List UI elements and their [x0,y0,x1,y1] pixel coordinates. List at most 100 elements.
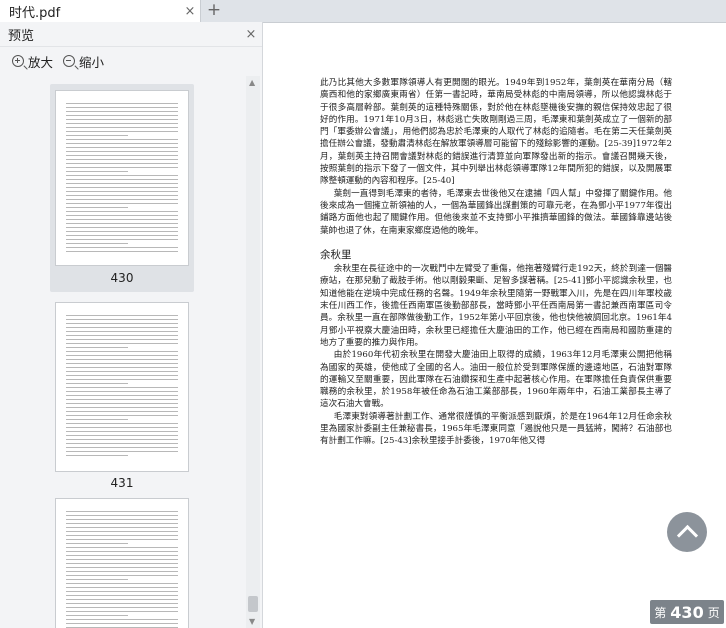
zoom-out-button[interactable]: 缩小 [63,52,104,71]
thumbnail-text-line [66,175,178,176]
thumbnail-page-number: 431 [110,476,134,490]
thumbnail-text-line [66,231,178,232]
zoom-in-button[interactable]: 放大 [12,52,53,71]
thumbnail-image [55,498,189,628]
thumbnail-text-line [66,247,178,248]
thumbnail-text-line [66,163,178,164]
thumbnail-text-line [66,127,178,128]
thumbnail-text-line [66,515,178,516]
thumbnail-text-line [66,135,128,136]
thumbnail-text-line [66,563,178,564]
thumbnail-text-line [66,227,178,228]
sidebar-close-icon[interactable]: × [240,27,262,42]
thumbnail-text-line [66,119,178,120]
zoom-in-icon [12,55,24,67]
thumbnail-text-line [66,619,178,620]
chevron-up-icon [676,524,698,546]
thumbnail-text-line [66,395,178,396]
sidebar-header: 预览 × [0,22,262,47]
page-content: 此乃比其他大多數軍隊領導人有更開闊的眼光。1949年到1952年，葉劍英在華南分… [320,77,672,448]
zoom-in-label: 放大 [28,54,54,70]
thumbnail-text-line [66,611,178,612]
thumbnail-text-line [66,367,178,368]
thumbnail-text-line [66,591,178,592]
thumbnail-text-line [66,323,178,324]
thumbnail-text-line [66,623,178,624]
scroll-up-icon[interactable]: ▲ [249,78,255,87]
thumbnail-text-line [66,331,178,332]
new-tab-icon[interactable]: + [204,0,224,22]
thumbnail-text-line [66,587,178,588]
thumbnail-text-line [66,155,178,156]
thumbnail-text-line [66,527,178,528]
thumbnail-text-line [66,379,178,380]
thumbnail-text-line [66,371,178,372]
thumbnail-text-line [66,123,178,124]
tab-bar: 时代.pdf × + [0,0,726,23]
thumbnail-page-432[interactable] [50,498,194,628]
thumbnail-text-line [66,407,178,408]
zoom-out-icon [63,55,76,67]
thumbnail-text-line [66,335,178,336]
thumbnail-text-line [66,131,178,132]
back-to-top-button[interactable] [667,512,707,552]
paragraph: 葉劍一直得到毛澤東的者待，毛澤東去世後他又在逮捕「四人幫」中發揮了關鍵作用。他後… [320,188,672,236]
thumbnail-scrollbar[interactable]: ▲ ▼ [246,76,260,628]
tab-close-icon[interactable]: × [180,4,200,19]
thumbnail-text-line [66,207,128,208]
thumbnail-page-430[interactable]: 430 [50,84,194,292]
document-view[interactable]: 此乃比其他大多數軍隊領導人有更開闊的眼光。1949年到1952年，葉劍英在華南分… [263,23,726,628]
thumbnail-text-line [66,251,178,252]
thumbnail-text-line [66,399,178,400]
scrollbar-thumb[interactable] [248,596,258,612]
thumbnail-text-line [66,595,178,596]
sidebar-title: 预览 [8,28,35,44]
thumbnail-text-line [66,343,178,344]
zoom-out-label: 缩小 [79,54,105,70]
thumbnail-text-line [66,159,178,160]
thumbnail-text-line [66,319,178,320]
thumbnail-text-line [66,415,178,416]
scroll-down-icon[interactable]: ▼ [249,617,255,626]
thumbnail-text-line [66,243,128,244]
thumbnail-text-line [66,427,178,428]
thumbnail-text-line [66,583,178,584]
thumbnail-text-line [66,219,178,220]
thumbnail-text-line [66,235,178,236]
thumbnail-text-line [66,615,128,616]
thumbnail-text-line [66,431,178,432]
thumbnail-text-line [66,543,128,544]
thumbnail-text-line [66,315,178,316]
thumbnail-text-line [66,355,178,356]
thumbnail-text-line [66,411,178,412]
thumbnail-text-line [66,539,178,540]
thumbnail-text-line [66,511,178,512]
thumbnail-text-line [66,363,178,364]
thumbnail-text-line [66,199,178,200]
thumbnail-text-line [66,559,178,560]
document-tab[interactable]: 时代.pdf × [0,0,201,22]
thumbnail-text-line [66,423,178,424]
thumbnail-text-line [66,239,178,240]
thumbnail-text-line [66,179,178,180]
thumbnail-text-line [66,103,178,104]
thumbnail-text-line [66,391,178,392]
thumbnail-text-line [66,607,178,608]
thumbnail-page-431[interactable]: 431 [50,302,194,492]
thumbnail-text-line [66,603,178,604]
thumbnail-text-line [66,531,178,532]
thumbnail-text-line [66,115,178,116]
thumbnail-text-line [66,203,178,204]
thumbnail-text-line [66,215,178,216]
thumbnail-text-line [66,191,178,192]
thumbnail-text-line [66,547,178,548]
thumbnail-text-line [66,107,178,108]
thumbnail-text-line [66,211,178,212]
thumbnail-text-line [66,535,178,536]
page-indicator-suffix: 页 [707,605,720,620]
thumbnail-text-line [66,567,178,568]
thumbnail-text-line [66,575,178,576]
thumbnail-text-line [66,151,178,152]
thumbnail-image [55,302,189,472]
thumbnail-image [55,90,189,266]
